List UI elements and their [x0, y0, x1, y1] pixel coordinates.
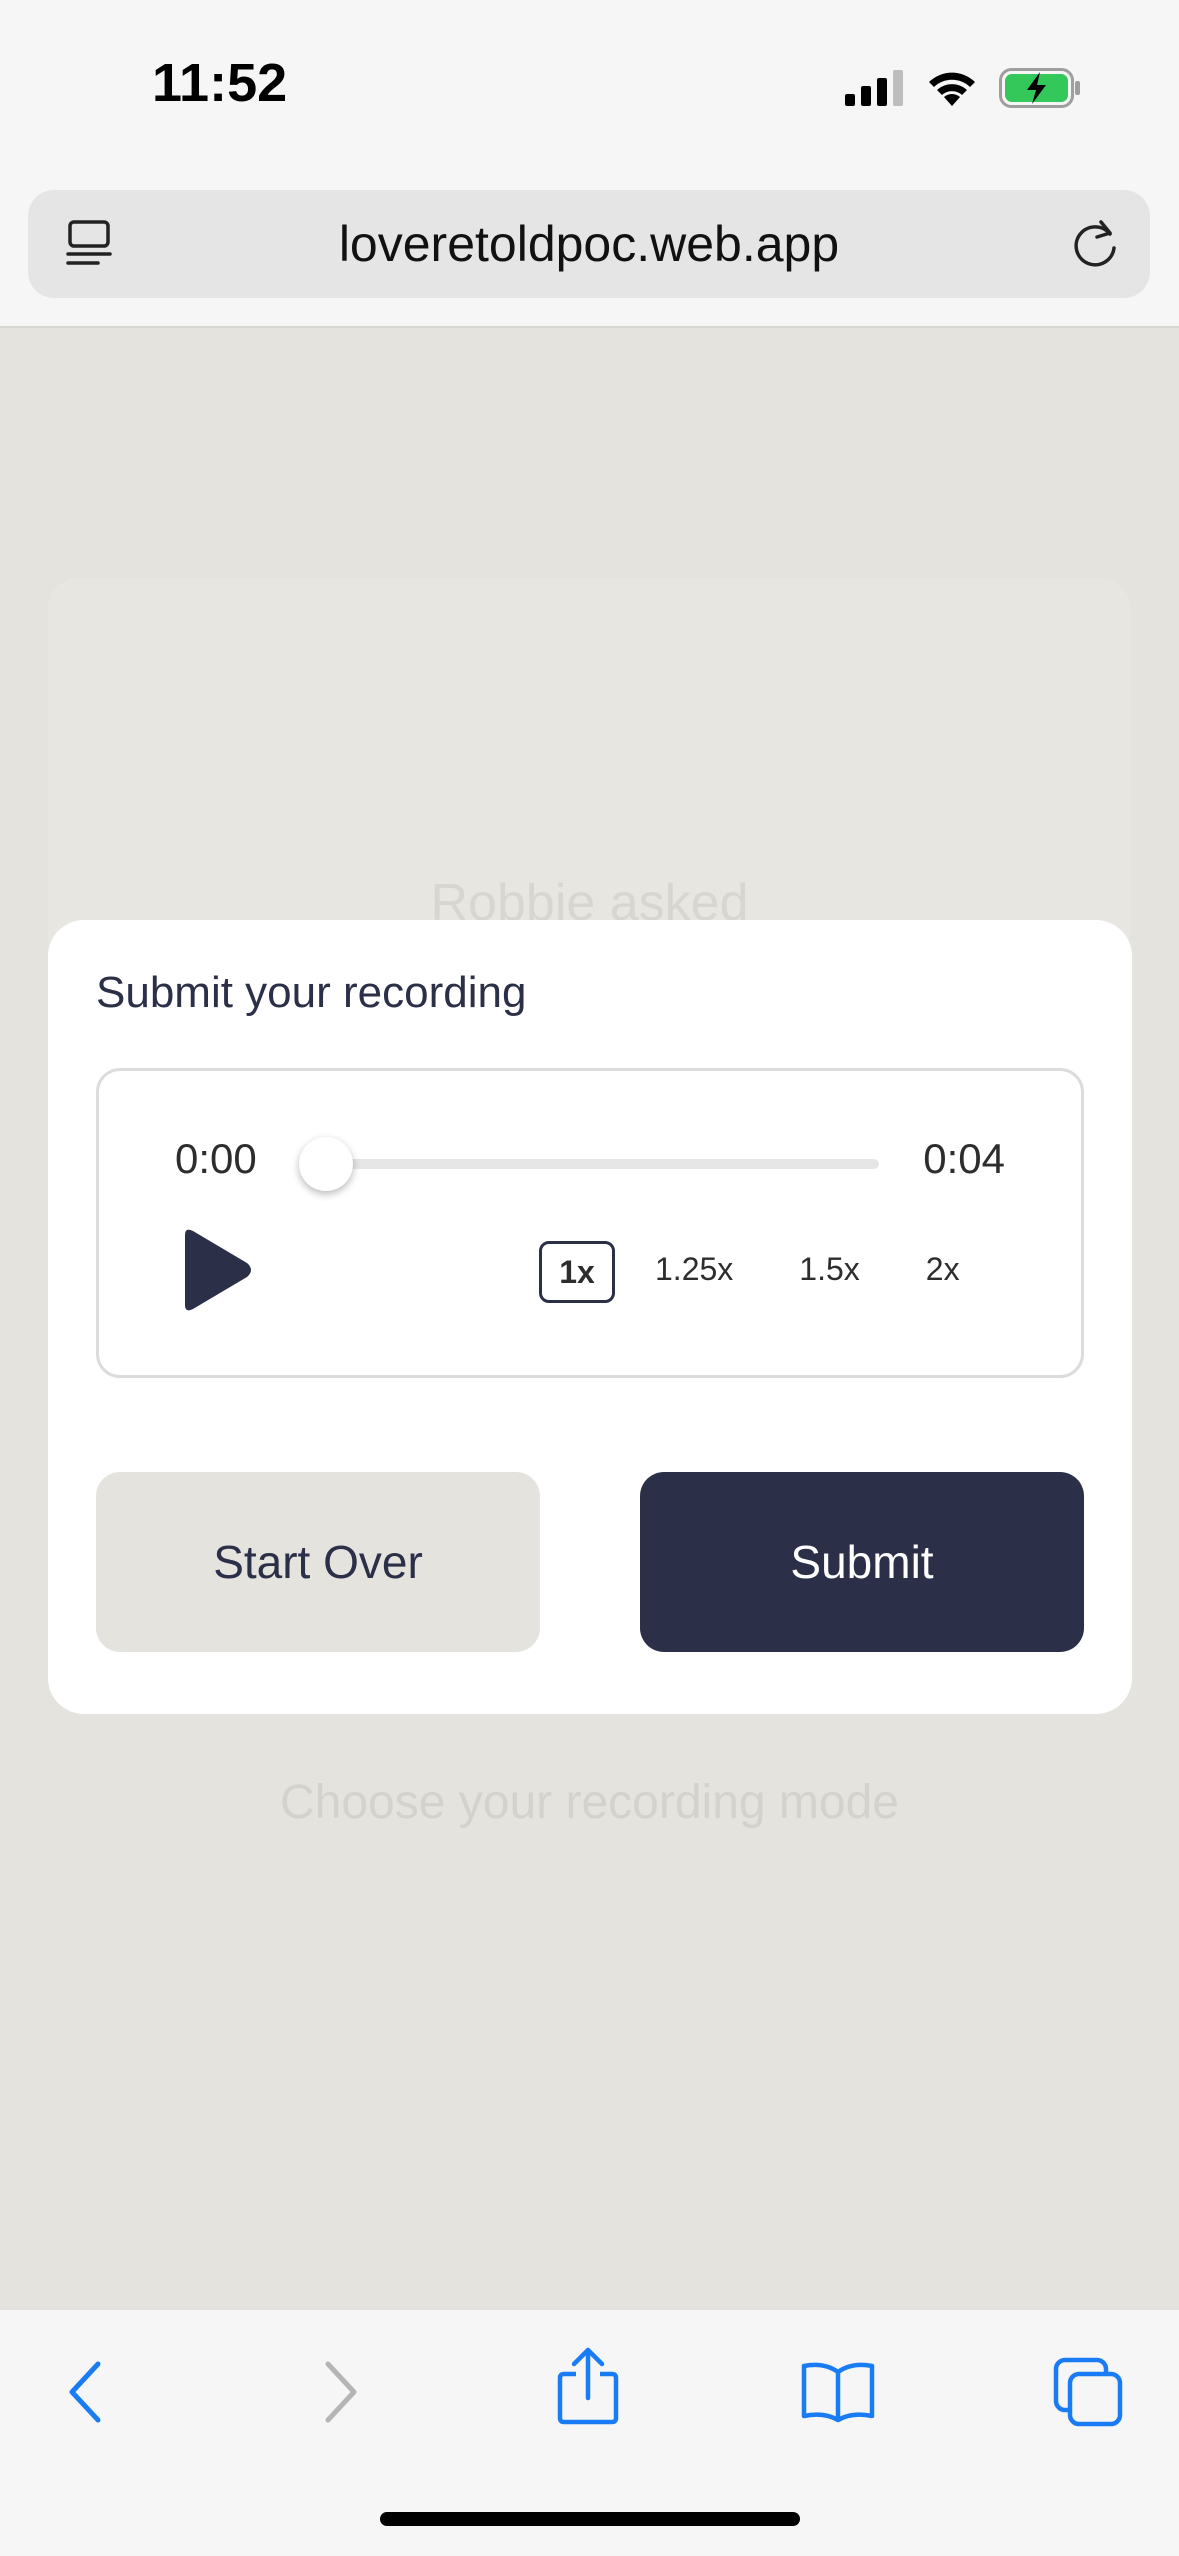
choose-mode-text: Choose your recording mode — [279, 1776, 899, 1829]
address-bar[interactable]: loveretoldpoc.web.app — [28, 190, 1150, 298]
url-text[interactable]: loveretoldpoc.web.app — [28, 190, 1150, 298]
speed-option-1-25x[interactable]: 1.25x — [655, 1241, 733, 1303]
battery-charging-icon — [999, 68, 1080, 108]
chevron-right-icon — [325, 2361, 357, 2423]
reload-icon[interactable] — [1068, 218, 1122, 272]
tabs-icon — [1053, 2357, 1123, 2427]
forward-button[interactable] — [300, 2352, 380, 2432]
status-bar: 11:52 — [0, 0, 1179, 176]
progress-track[interactable] — [319, 1159, 879, 1169]
cellular-signal-icon — [845, 70, 903, 106]
play-icon[interactable] — [177, 1225, 257, 1315]
progress-thumb[interactable] — [299, 1137, 353, 1191]
browser-address-area: loveretoldpoc.web.app — [0, 176, 1179, 328]
tabs-button[interactable] — [1048, 2352, 1128, 2432]
start-over-button[interactable]: Start Over — [96, 1472, 540, 1652]
submit-button[interactable]: Submit — [640, 1472, 1084, 1652]
back-button[interactable] — [46, 2352, 126, 2432]
playback-speed-selector: 1x 1.25x 1.5x 2x — [539, 1241, 960, 1303]
home-indicator — [380, 2512, 800, 2526]
bookmarks-button[interactable] — [798, 2352, 878, 2432]
submit-recording-modal: Submit your recording 0:00 0:04 1x 1.25x… — [48, 920, 1132, 1714]
speed-option-2x[interactable]: 2x — [926, 1241, 960, 1303]
book-icon — [801, 2362, 875, 2423]
status-time: 11:52 — [152, 53, 288, 113]
modal-title: Submit your recording — [96, 968, 527, 1017]
current-time: 0:00 — [175, 1135, 257, 1182]
audio-player: 0:00 0:04 1x 1.25x 1.5x 2x — [96, 1068, 1084, 1378]
wifi-icon — [929, 72, 975, 106]
status-icons — [845, 66, 1081, 110]
share-button[interactable] — [548, 2346, 628, 2426]
duration-time: 0:04 — [923, 1135, 1005, 1182]
chevron-left-icon — [69, 2361, 101, 2423]
speed-option-1-5x[interactable]: 1.5x — [799, 1241, 859, 1303]
share-icon — [557, 2347, 619, 2425]
speed-option-1x[interactable]: 1x — [539, 1241, 615, 1303]
